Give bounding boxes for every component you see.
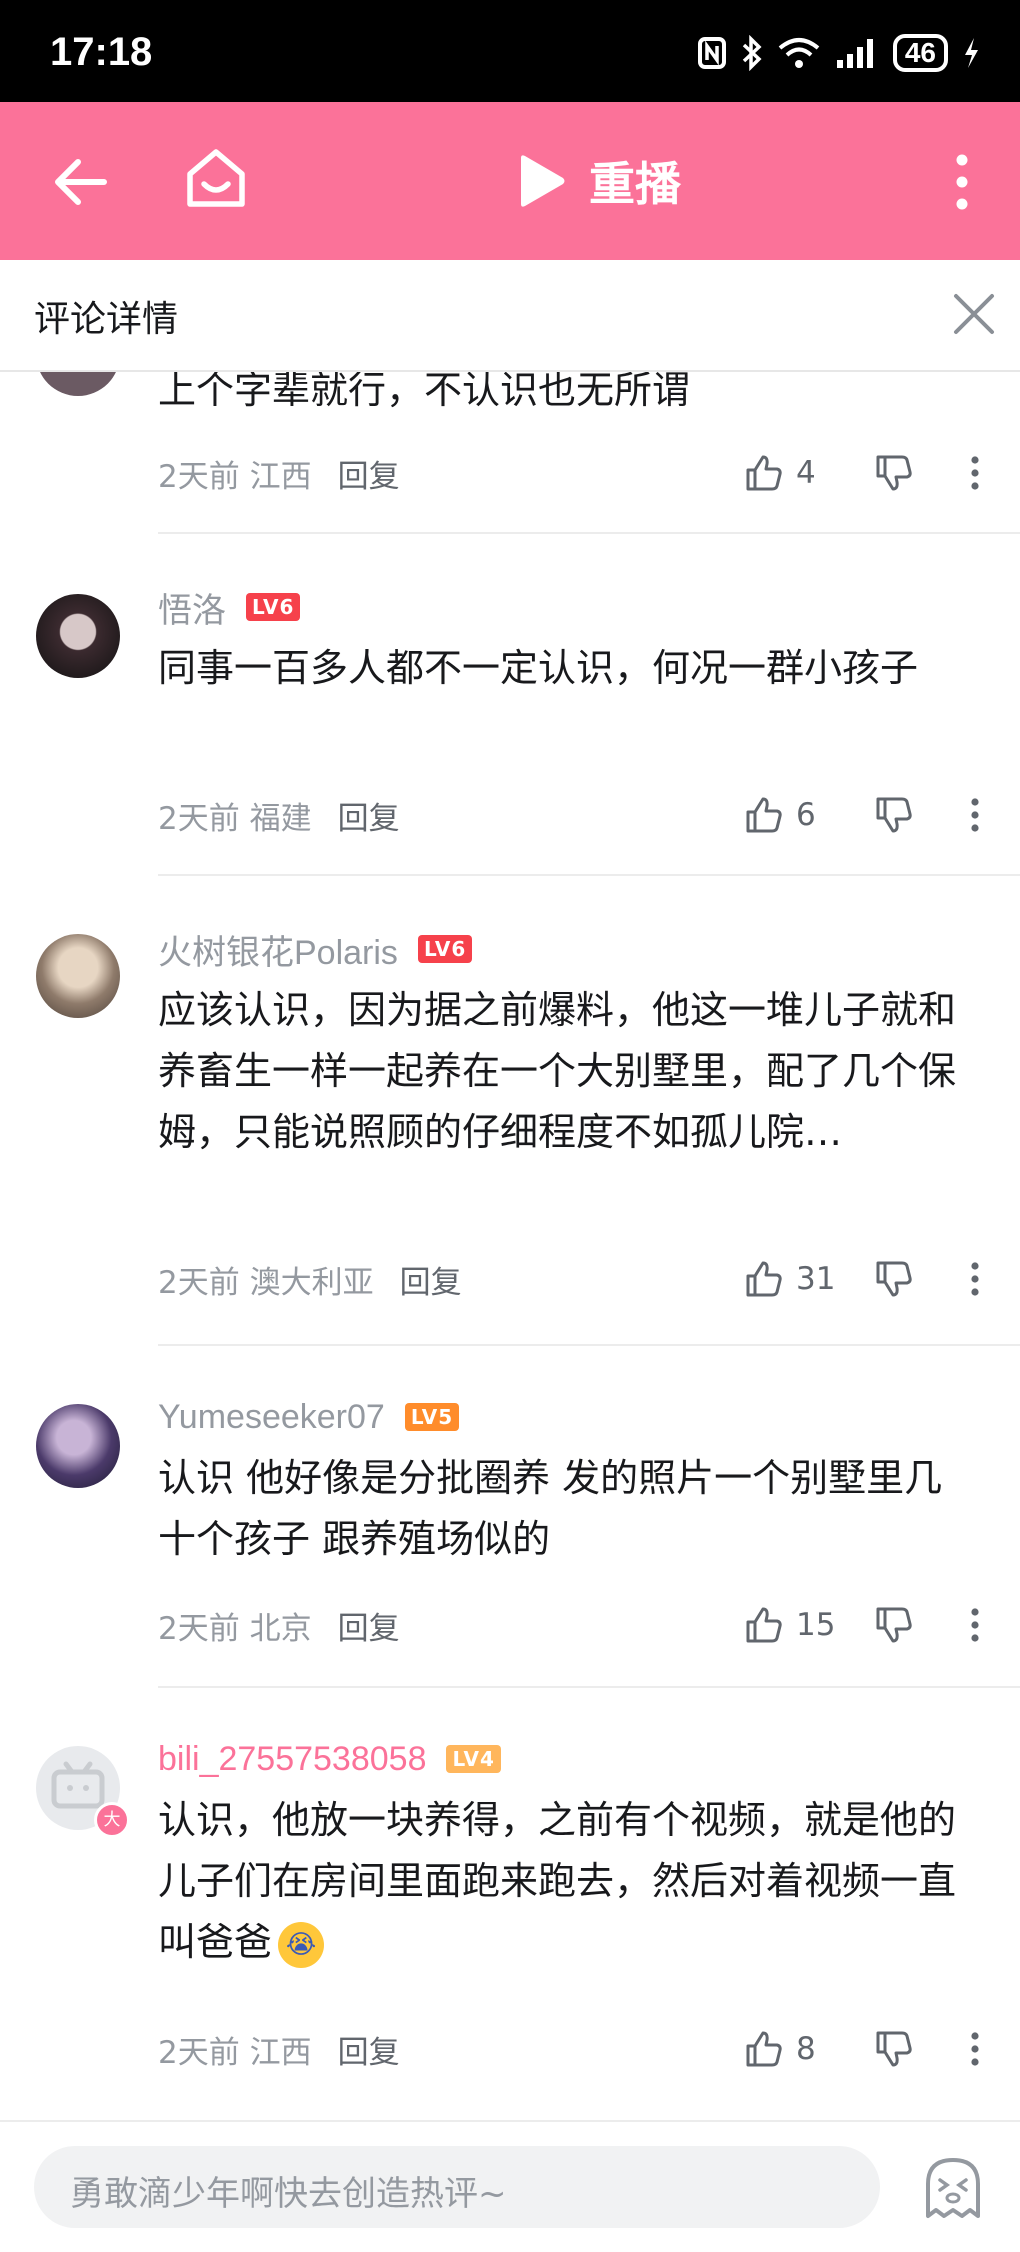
- comment-meta: 2天前 北京 回复: [158, 1600, 400, 1650]
- divider: [158, 1344, 1020, 1346]
- video-nav-bar: 重播: [0, 102, 1020, 260]
- thumbs-down-icon[interactable]: [874, 1605, 914, 1645]
- thumbs-down-icon[interactable]: [874, 1259, 914, 1299]
- like-count: 6: [796, 797, 816, 833]
- back-arrow-icon[interactable]: [50, 152, 110, 212]
- comment-meta: 2天前 福建 回复: [158, 790, 400, 840]
- more-vertical-icon[interactable]: [950, 150, 974, 214]
- battery-indicator: 46: [892, 34, 948, 72]
- more-vertical-icon[interactable]: [970, 797, 980, 833]
- thumbs-up-icon[interactable]: [744, 453, 784, 493]
- comment-input[interactable]: 勇敢滴少年啊快去创造热评~: [34, 2146, 880, 2228]
- status-bar: 17:18 46: [0, 0, 1020, 102]
- comment-actions: 8: [744, 2024, 980, 2074]
- comment-meta: 2天前 江西 回复: [158, 448, 400, 498]
- charging-icon: [965, 38, 978, 68]
- thumbs-up-icon[interactable]: [744, 1605, 784, 1645]
- user-row: 悟洛 LV6: [158, 582, 301, 632]
- comment-time-location: 2天前 江西: [158, 2034, 312, 2071]
- comment-list: 上个字辈就行，不认识也无所谓 2天前 江西 回复 4 悟洛 LV6 同事一百多人…: [0, 372, 1020, 2122]
- user-row: 火树银花Polaris LV6: [158, 924, 473, 974]
- level-badge: LV4: [446, 1745, 501, 1773]
- thumbs-down-icon[interactable]: [874, 2029, 914, 2069]
- crying-emoji: 😭: [278, 1921, 325, 1968]
- username[interactable]: bili_27557538058: [158, 1740, 426, 1779]
- replay-button[interactable]: 重播: [515, 148, 681, 214]
- comment-input-placeholder: 勇敢滴少年啊快去创造热评~: [70, 2174, 507, 2214]
- close-icon[interactable]: [952, 292, 996, 336]
- comment-time-location: 2天前 江西: [158, 458, 312, 495]
- like-count: 4: [796, 455, 816, 491]
- reply-button[interactable]: 回复: [400, 1257, 462, 1302]
- avatar[interactable]: [36, 594, 120, 678]
- comment-detail-header: 评论详情: [0, 260, 1020, 372]
- avatar[interactable]: 大: [36, 1746, 130, 1838]
- thumbs-up-icon[interactable]: [744, 1259, 784, 1299]
- user-row: bili_27557538058 LV4: [158, 1734, 501, 1784]
- signal-icon: [836, 39, 873, 68]
- reply-button[interactable]: 回复: [338, 451, 400, 496]
- home-icon[interactable]: [184, 146, 248, 212]
- thumbs-up-icon[interactable]: [744, 2029, 784, 2069]
- comment-meta: 2天前 江西 回复: [158, 2024, 400, 2074]
- comment-text-block: 认识，他放一块养得，之前有个视频，就是他的儿子们在房间里面跑来跑去，然后对着视频…: [158, 1790, 978, 1973]
- comment-text: 上个字辈就行，不认识也无所谓: [158, 372, 691, 412]
- play-icon: [521, 155, 565, 207]
- level-badge: LV5: [404, 1403, 460, 1431]
- comment-meta: 2天前 澳大利亚 回复: [158, 1254, 462, 1304]
- username[interactable]: Yumeseeker07: [158, 1398, 385, 1437]
- username[interactable]: 悟洛: [158, 583, 226, 632]
- avatar[interactable]: [36, 372, 120, 396]
- comment-text: 认识 他好像是分批圈养 发的照片一个别墅里几十个孩子 跟养殖场似的: [158, 1456, 943, 1561]
- more-vertical-icon[interactable]: [970, 455, 980, 491]
- comment-time-location: 2天前 北京: [158, 1610, 312, 1647]
- more-vertical-icon[interactable]: [970, 2031, 980, 2067]
- like-count: 31: [796, 1261, 836, 1297]
- user-row: Yumeseeker07 LV5: [158, 1392, 460, 1442]
- status-time: 17:18: [50, 30, 153, 74]
- thumbs-down-icon[interactable]: [874, 795, 914, 835]
- replay-label: 重播: [589, 157, 681, 211]
- divider: [158, 532, 1020, 534]
- avatar[interactable]: [36, 1404, 120, 1488]
- comment-text: 应该认识，因为据之前爆料，他这一堆儿子就和养畜生一样一起养在一个大别墅里，配了几…: [158, 988, 957, 1154]
- thumbs-down-icon[interactable]: [874, 453, 914, 493]
- level-badge: LV6: [417, 935, 473, 963]
- divider: [158, 1686, 1020, 1688]
- comment-actions: 15: [744, 1600, 980, 1650]
- avatar[interactable]: [36, 934, 120, 1018]
- comment-time-location: 2天前 澳大利亚: [158, 1264, 374, 1301]
- reply-button[interactable]: 回复: [338, 793, 400, 838]
- like-count: 8: [796, 2031, 816, 2067]
- divider: [158, 874, 1020, 876]
- comment-actions: 31: [744, 1254, 980, 1304]
- username[interactable]: 火树银花Polaris: [158, 925, 398, 974]
- emoji-icon[interactable]: [920, 2154, 986, 2224]
- level-badge: LV6: [246, 593, 301, 621]
- reply-button[interactable]: 回复: [338, 1603, 400, 1648]
- wifi-icon: [778, 38, 820, 68]
- more-vertical-icon[interactable]: [970, 1261, 980, 1297]
- like-count: 15: [796, 1607, 836, 1643]
- more-vertical-icon[interactable]: [970, 1607, 980, 1643]
- status-icons: 46: [697, 34, 980, 72]
- comment-actions: 6: [744, 790, 980, 840]
- comment-actions: 4: [744, 448, 980, 498]
- thumbs-up-icon[interactable]: [744, 795, 784, 835]
- comment-input-bar: 勇敢滴少年啊快去创造热评~: [0, 2120, 1020, 2252]
- avatar-badge: 大: [94, 1802, 130, 1838]
- comment-time-location: 2天前 福建: [158, 800, 312, 837]
- page-title: 评论详情: [34, 299, 179, 340]
- bluetooth-icon: [742, 35, 762, 71]
- reply-button[interactable]: 回复: [338, 2027, 400, 2072]
- comment-text: 同事一百多人都不一定认识，何况一群小孩子: [158, 646, 919, 690]
- nfc-icon: [697, 37, 726, 69]
